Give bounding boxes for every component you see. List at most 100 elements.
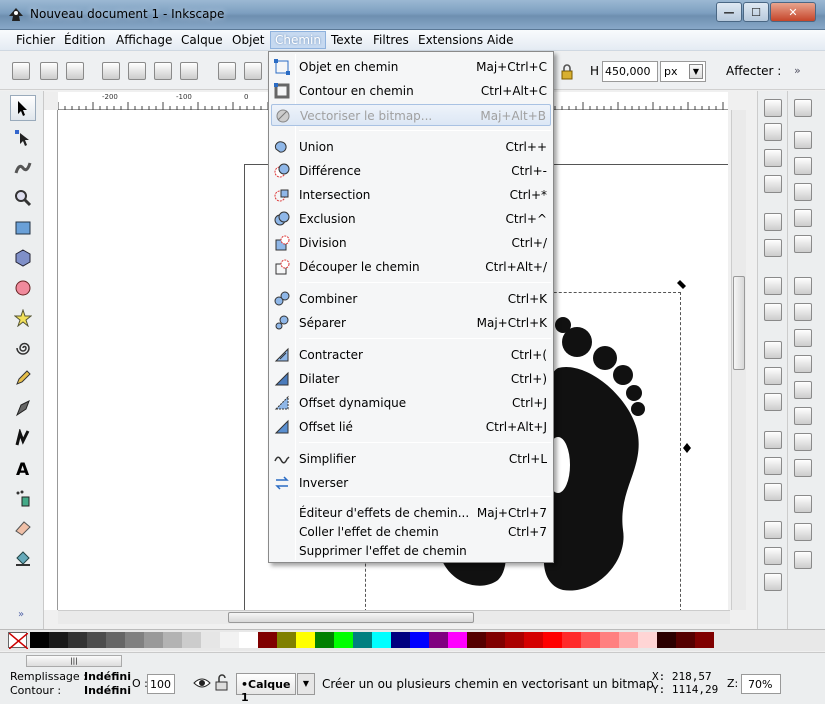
color-swatch[interactable]: [524, 632, 543, 648]
menu-item-combiner[interactable]: Combiner Ctrl+K: [271, 288, 551, 310]
color-swatch[interactable]: [581, 632, 600, 648]
color-swatch[interactable]: [315, 632, 334, 648]
snap-bbox-midpoint-icon[interactable]: [794, 209, 812, 227]
menu-texte[interactable]: Texte: [331, 33, 363, 47]
redo-icon[interactable]: [764, 303, 782, 321]
snap-rotation-center-icon[interactable]: [794, 459, 812, 477]
menu-extensions[interactable]: Extensions: [418, 33, 483, 47]
copy-icon[interactable]: [764, 341, 782, 359]
select-all-icon[interactable]: [12, 62, 30, 80]
chevron-down-icon[interactable]: ▼: [297, 673, 315, 695]
pane-resize-handle[interactable]: |||: [26, 655, 122, 667]
open-folder-icon[interactable]: [764, 123, 782, 141]
zoom-drawing-icon[interactable]: [764, 457, 782, 475]
3d-box-tool[interactable]: [10, 245, 36, 271]
color-swatch[interactable]: [334, 632, 353, 648]
color-swatch[interactable]: [695, 632, 714, 648]
color-swatch[interactable]: [182, 632, 201, 648]
flip-horizontal-icon[interactable]: [154, 62, 172, 80]
zoom-tool[interactable]: [10, 185, 36, 211]
snap-bbox-corner-icon[interactable]: [794, 183, 812, 201]
snap-guide-icon[interactable]: [794, 551, 812, 569]
star-tool[interactable]: [10, 305, 36, 331]
raise-icon[interactable]: [244, 62, 262, 80]
menu-item-offset-lié[interactable]: Offset lié Ctrl+Alt+J: [271, 416, 551, 438]
duplicate-icon[interactable]: [764, 521, 782, 539]
menu-item-division[interactable]: Division Ctrl+/: [271, 232, 551, 254]
menu-item-découper-le-chemin[interactable]: Découper le chemin Ctrl+Alt+/: [271, 256, 551, 278]
color-swatch[interactable]: [163, 632, 182, 648]
menu-item-séparer[interactable]: Séparer Maj+Ctrl+K: [271, 312, 551, 334]
lock-icon[interactable]: [560, 64, 574, 80]
color-swatch[interactable]: [201, 632, 220, 648]
vertical-scroll-thumb[interactable]: [733, 276, 745, 370]
color-swatch[interactable]: [68, 632, 87, 648]
color-swatch[interactable]: [676, 632, 695, 648]
node-tool[interactable]: [10, 125, 36, 151]
menu-item-simplifier[interactable]: Simplifier Ctrl+L: [271, 448, 551, 470]
ellipse-tool[interactable]: [10, 275, 36, 301]
snap-bbox-center-icon[interactable]: [794, 235, 812, 253]
color-swatch[interactable]: [296, 632, 315, 648]
color-swatch[interactable]: [258, 632, 277, 648]
select-all-layers-icon[interactable]: [40, 62, 58, 80]
pencil-tool[interactable]: [10, 365, 36, 391]
text-tool[interactable]: A: [10, 455, 36, 481]
export-icon[interactable]: [764, 239, 782, 257]
unlock-icon[interactable]: [215, 674, 229, 691]
color-swatch[interactable]: [448, 632, 467, 648]
horizontal-scroll-thumb[interactable]: [228, 612, 474, 623]
color-swatch[interactable]: [410, 632, 429, 648]
snap-midpoints-icon[interactable]: [794, 407, 812, 425]
menu-item-union[interactable]: Union Ctrl++: [271, 136, 551, 158]
menu-item-objet-en-chemin[interactable]: Objet en chemin Maj+Ctrl+C: [271, 56, 551, 78]
zoom-input[interactable]: 70%: [741, 674, 781, 694]
color-swatch[interactable]: [600, 632, 619, 648]
menu-chemin[interactable]: Chemin: [270, 31, 326, 49]
color-swatch[interactable]: [467, 632, 486, 648]
color-swatch[interactable]: [49, 632, 68, 648]
new-document-icon[interactable]: [764, 99, 782, 117]
undo-icon[interactable]: [764, 277, 782, 295]
menu-item-inverser[interactable]: Inverser: [271, 472, 551, 494]
maximize-button[interactable]: ☐: [743, 2, 769, 22]
snap-bbox-icon[interactable]: [794, 131, 812, 149]
paint-bucket-tool[interactable]: [10, 545, 36, 571]
horizontal-scrollbar[interactable]: [58, 610, 730, 624]
tweak-tool[interactable]: [10, 155, 36, 181]
color-swatch[interactable]: [30, 632, 49, 648]
snap-smooth-icon[interactable]: [794, 381, 812, 399]
selector-tool[interactable]: [10, 95, 36, 121]
eraser-tool[interactable]: [10, 515, 36, 541]
toolbox-overflow-button[interactable]: »: [18, 609, 24, 620]
clone-icon[interactable]: [764, 547, 782, 565]
zoom-selection-icon[interactable]: [764, 431, 782, 449]
vertical-ruler[interactable]: [44, 110, 58, 610]
color-swatch[interactable]: [429, 632, 448, 648]
menu-affichage[interactable]: Affichage: [116, 33, 172, 47]
snap-cusp-icon[interactable]: [794, 355, 812, 373]
menu-item-exclusion[interactable]: Exclusion Ctrl+^: [271, 208, 551, 230]
color-swatch[interactable]: [106, 632, 125, 648]
flip-vertical-icon[interactable]: [180, 62, 198, 80]
minimize-button[interactable]: —: [716, 2, 742, 22]
menu-item-vectoriser-le-bitmap[interactable]: Vectoriser le bitmap... Maj+Alt+B: [271, 104, 551, 126]
paste-icon[interactable]: [764, 393, 782, 411]
menu-item-supprimer-l-effet-de-chemin[interactable]: Supprimer l'effet de chemin: [271, 540, 551, 562]
snap-object-center-icon[interactable]: [794, 433, 812, 451]
spray-tool[interactable]: [10, 485, 36, 511]
color-swatch[interactable]: [220, 632, 239, 648]
rotate-ccw-icon[interactable]: [102, 62, 120, 80]
unit-select[interactable]: px ▼: [660, 61, 706, 82]
color-swatch[interactable]: [239, 632, 258, 648]
color-swatch[interactable]: [638, 632, 657, 648]
menu-item-différence[interactable]: Différence Ctrl+-: [271, 160, 551, 182]
menu-item-contour-en-chemin[interactable]: Contour en chemin Ctrl+Alt+C: [271, 80, 551, 102]
deselect-icon[interactable]: [66, 62, 84, 80]
no-paint-swatch[interactable]: [8, 632, 29, 650]
menu-aide[interactable]: Aide: [487, 33, 514, 47]
color-swatch[interactable]: [486, 632, 505, 648]
snap-toggle-icon[interactable]: [794, 99, 812, 117]
color-swatch[interactable]: [619, 632, 638, 648]
vertical-scrollbar[interactable]: [731, 110, 746, 610]
